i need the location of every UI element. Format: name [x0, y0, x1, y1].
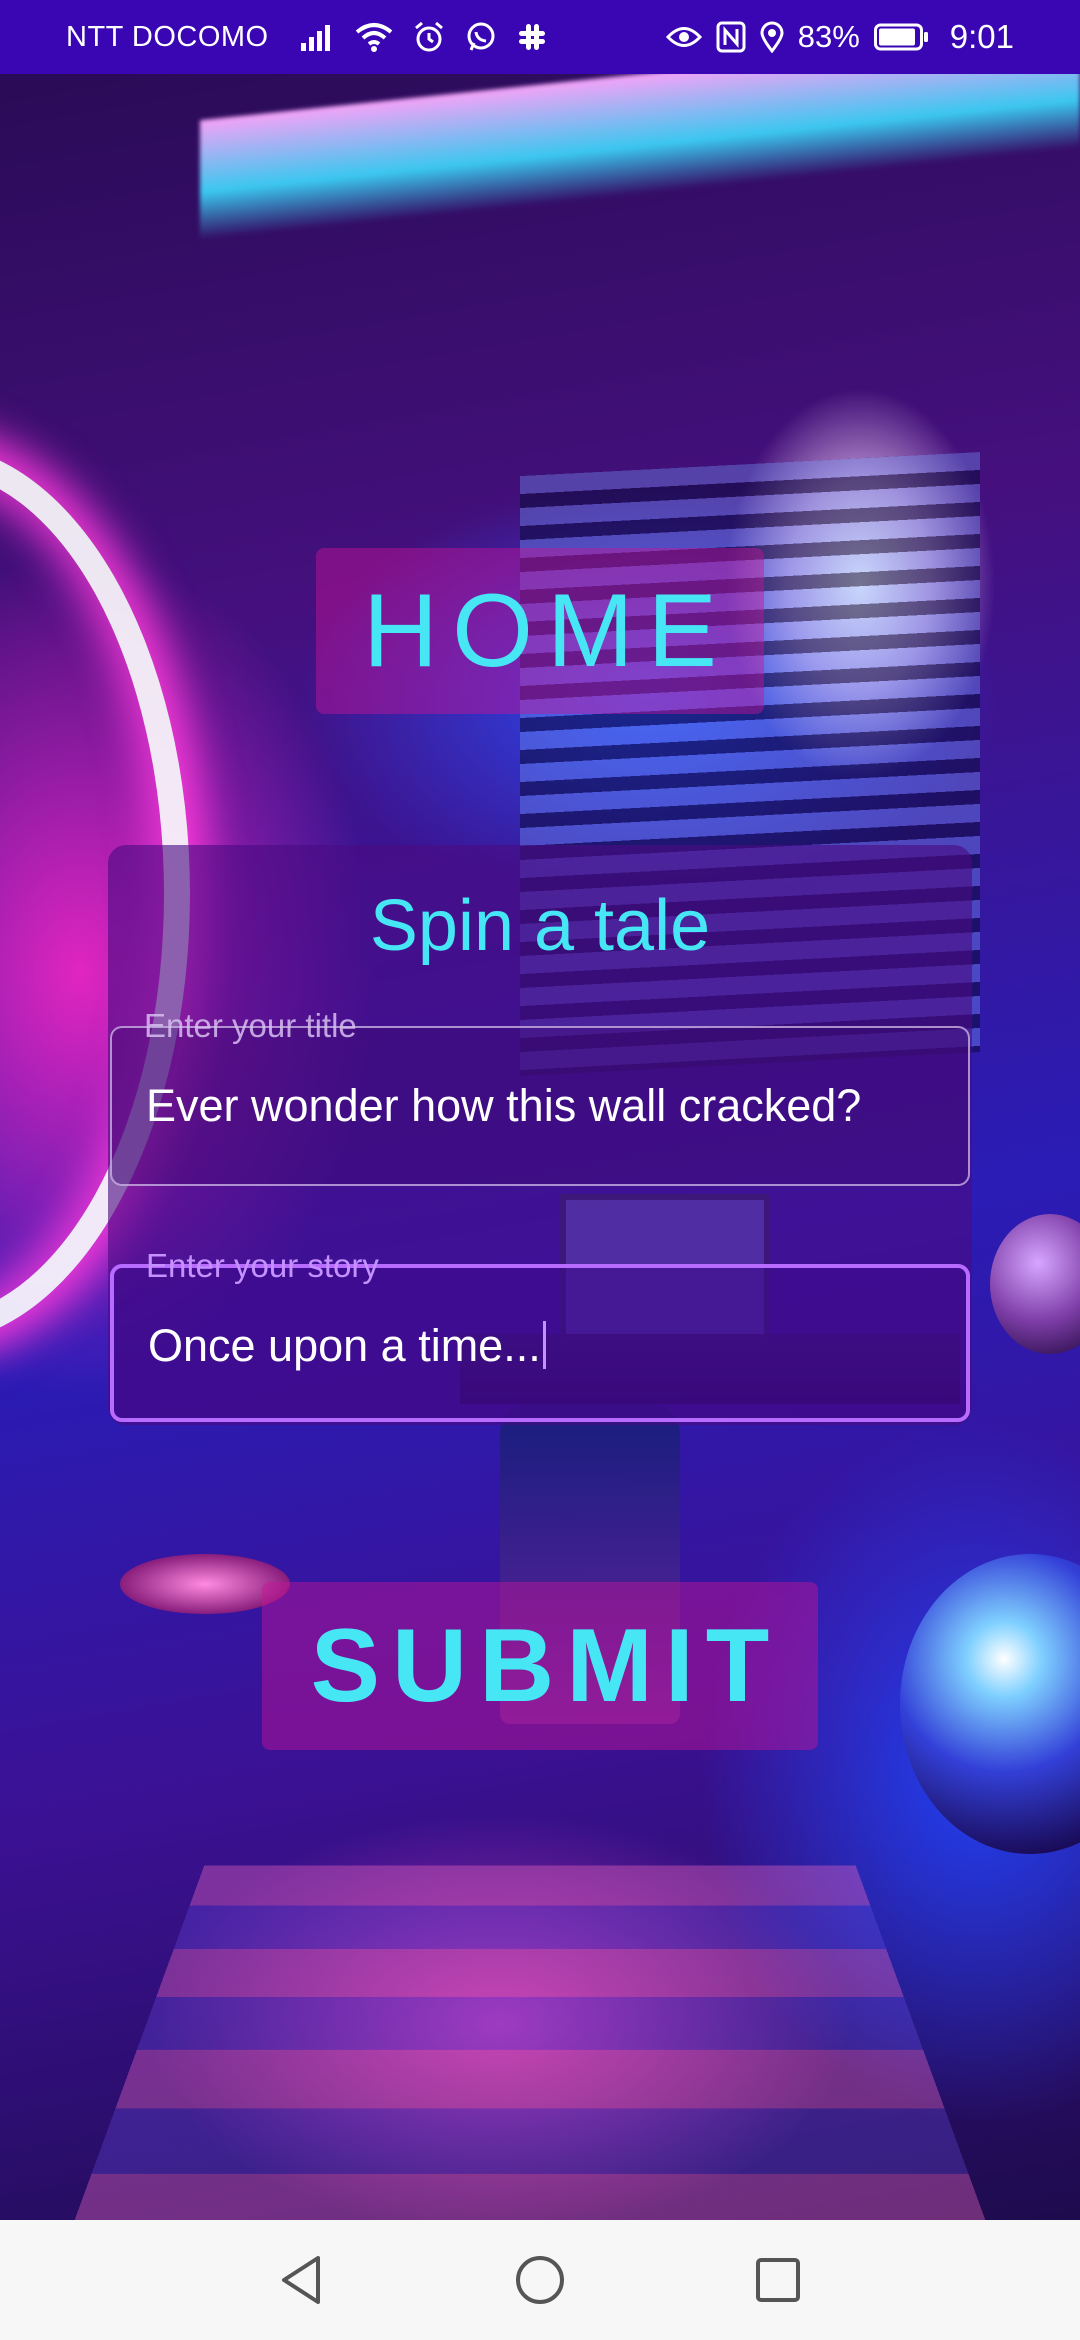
alarm-icon — [413, 21, 445, 53]
chrome-sphere — [900, 1554, 1080, 1854]
location-icon — [760, 21, 784, 53]
title-input[interactable]: Enter your title Ever wonder how this wa… — [110, 1007, 970, 1186]
story-input-value[interactable]: Once upon a time... — [148, 1320, 541, 1371]
whatsapp-icon — [465, 21, 497, 53]
carrier-name: NTT DOCOMO — [66, 20, 269, 53]
ceiling-light — [200, 74, 1080, 241]
recents-square-icon[interactable] — [743, 2245, 813, 2315]
eye-icon — [665, 24, 702, 50]
battery-icon — [873, 23, 930, 51]
story-input[interactable]: Enter your story Once upon a time... — [110, 1247, 970, 1422]
story-input-label: Enter your story — [136, 1244, 389, 1288]
wifi-icon — [355, 22, 393, 52]
signal-icon — [300, 23, 335, 51]
system-navigation-bar — [0, 2220, 1080, 2340]
title-input-label: Enter your title — [134, 1004, 367, 1048]
striped-rug — [74, 1865, 986, 2220]
nfc-icon — [716, 21, 746, 53]
status-right: 83% 9:01 — [665, 18, 1014, 56]
home-circle-icon[interactable] — [505, 2245, 575, 2315]
status-bar: NTT DOCOMO 83% 9:01 — [0, 0, 1080, 74]
clock: 9:01 — [949, 18, 1014, 55]
story-input-value-wrap[interactable]: Once upon a time... — [148, 1320, 546, 1372]
slack-icon — [517, 22, 547, 52]
title-input-value[interactable]: Ever wonder how this wall cracked? — [146, 1080, 861, 1132]
status-left: NTT DOCOMO — [66, 21, 666, 54]
back-icon[interactable] — [267, 2245, 337, 2315]
battery-percent: 83% — [797, 19, 860, 54]
submit-button[interactable]: SUBMIT — [262, 1582, 818, 1750]
glitter-sphere — [990, 1214, 1080, 1354]
text-cursor — [542, 1321, 546, 1369]
form-heading: Spin a tale — [369, 886, 711, 966]
home-button[interactable]: HOME — [316, 548, 764, 714]
